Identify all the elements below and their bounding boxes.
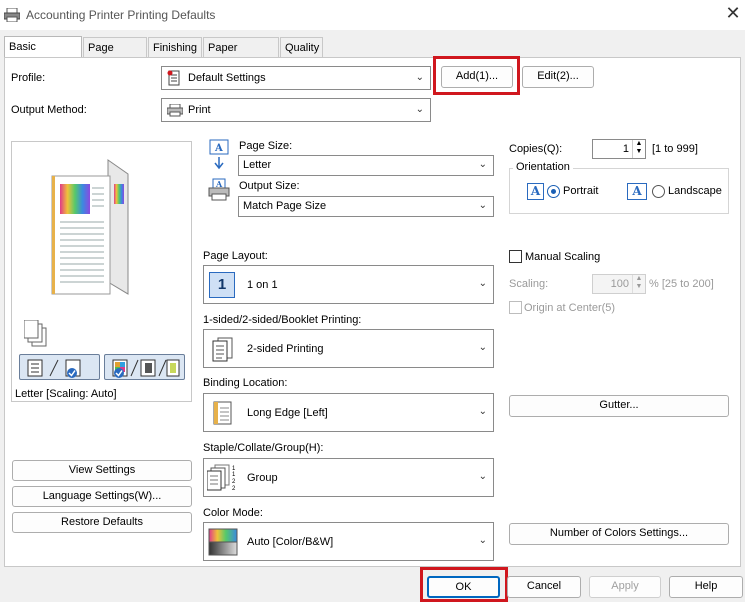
tab-bar: Basic Settings Page Setup Finishing Pape… [0,36,745,74]
view-settings-button[interactable]: View Settings [12,460,192,481]
svg-text:A: A [214,143,223,154]
page-layout-value: 1 on 1 [247,279,278,291]
help-button[interactable]: Help [669,576,743,598]
color-view-button[interactable] [104,354,185,380]
sided-value: 2-sided Printing [247,343,324,355]
preview-caption: Letter [Scaling: Auto] [15,388,117,400]
tab-paper-source[interactable]: Paper Source [203,37,279,74]
staple-label: Staple/Collate/Group(H): [203,442,324,454]
chevron-down-icon: ⌄ [478,406,487,417]
portrait-label[interactable]: Portrait [563,185,598,197]
portrait-icon: A [527,183,544,200]
scaling-label: Scaling: [509,278,549,290]
copies-spinner[interactable]: ▲ ▼ [632,140,645,158]
printer-icon [4,8,20,22]
copies-range: [1 to 999] [652,143,698,155]
copies-stack-icon [24,320,47,347]
color-mode-label: Color Mode: [203,507,263,519]
manual-scaling-label[interactable]: Manual Scaling [525,251,600,263]
color-mode-select[interactable]: Auto [Color/B&W] ⌄ [203,522,494,561]
language-settings-button[interactable]: Language Settings(W)... [12,486,192,507]
title-bar: Accounting Printer Printing Defaults ✕ [0,0,745,30]
binding-value: Long Edge [Left] [247,407,328,419]
orientation-label: Orientation [513,161,573,173]
copies-label: Copies(Q): [509,143,563,155]
output-size-select[interactable]: Match Page Size ⌄ [238,196,494,217]
add-profile-button[interactable]: Add(1)... [441,66,513,88]
duplex-view-button[interactable] [19,354,100,380]
binding-label: Binding Location: [203,377,288,389]
origin-center-checkbox[interactable] [509,301,522,314]
group-icon: 1 1 2 2 [207,464,236,491]
printer-icon [167,104,183,117]
scaling-spinner[interactable]: ▲ ▼ [632,275,645,293]
page-layout-select[interactable]: 1 1 on 1 ⌄ [203,265,494,304]
staple-value: Group [247,472,278,484]
sided-label: 1-sided/2-sided/Booklet Printing: [203,314,362,326]
page-layout-label: Page Layout: [203,250,268,262]
page-size-value: Letter [243,159,272,171]
svg-text:2: 2 [232,486,236,491]
staple-select[interactable]: 1 1 2 2 Group ⌄ [203,458,494,497]
landscape-icon: A [627,183,647,200]
window-title: Accounting Printer Printing Defaults [26,8,216,22]
binding-left-icon [213,401,232,425]
landscape-label[interactable]: Landscape [668,185,722,197]
output-size-value: Match Page Size [243,200,327,212]
svg-text:2: 2 [232,479,236,485]
binding-select[interactable]: Long Edge [Left] ⌄ [203,393,494,432]
tab-page-setup[interactable]: Page Setup [83,37,147,74]
manual-scaling-checkbox[interactable] [509,250,522,263]
cancel-button[interactable]: Cancel [507,576,581,598]
landscape-radio[interactable] [652,185,665,198]
output-method-label: Output Method: [11,104,87,116]
scaling-input[interactable]: 100 ▲ ▼ [592,274,646,294]
page-size-select[interactable]: Letter ⌄ [238,155,494,176]
color-mode-value: Auto [Color/B&W] [247,536,334,548]
output-size-label: Output Size: [239,180,300,192]
close-button[interactable]: ✕ [722,3,744,24]
chevron-down-icon: ⌄ [478,471,487,482]
scaling-range: % [25 to 200] [649,278,714,290]
chevron-down-icon: ⌄ [415,104,424,115]
chevron-down-icon: ⌄ [478,159,487,170]
scaling-value: 100 [610,278,629,290]
svg-text:1: 1 [232,472,236,478]
color-mode-icon [112,359,180,378]
copies-value: 1 [622,143,629,155]
output-size-icon: A [208,178,230,201]
edit-profile-button[interactable]: Edit(2)... [522,66,594,88]
chevron-down-icon: ⌄ [478,200,487,211]
chevron-down-icon: ⌄ [478,342,487,353]
document-preview-icon [51,159,129,295]
duplex-icon [27,359,81,378]
page-size-label: Page Size: [239,140,293,152]
chevron-down-icon: ⌄ [415,72,424,83]
apply-button[interactable]: Apply [589,576,661,598]
output-method-select[interactable]: Print ⌄ [161,98,431,122]
profile-select[interactable]: Default Settings ⌄ [161,66,431,90]
output-method-value: Print [188,104,211,116]
page-preview: Letter [Scaling: Auto] [11,141,192,402]
number-of-colors-button[interactable]: Number of Colors Settings... [509,523,729,545]
copies-input[interactable]: 1 ▲ ▼ [592,139,646,159]
portrait-radio[interactable] [547,185,560,198]
profile-label: Profile: [11,72,46,84]
tab-quality[interactable]: Quality [280,37,323,58]
chevron-down-icon: ⌄ [478,535,487,546]
tab-finishing[interactable]: Finishing [148,37,202,58]
tab-basic-settings[interactable]: Basic Settings [4,36,82,73]
ok-button[interactable]: OK [427,576,500,598]
restore-defaults-button[interactable]: Restore Defaults [12,512,192,533]
gutter-button[interactable]: Gutter... [509,395,729,417]
profile-value: Default Settings [188,72,266,84]
auto-color-icon [208,528,238,556]
sided-select[interactable]: 2-sided Printing ⌄ [203,329,494,368]
page-layout-icon: 1 [209,272,235,298]
two-sided-icon [212,337,233,362]
chevron-down-icon: ⌄ [478,278,487,289]
profile-icon [167,70,180,86]
origin-center-label[interactable]: Origin at Center(5) [524,302,615,314]
page-size-icon: A [209,139,229,170]
